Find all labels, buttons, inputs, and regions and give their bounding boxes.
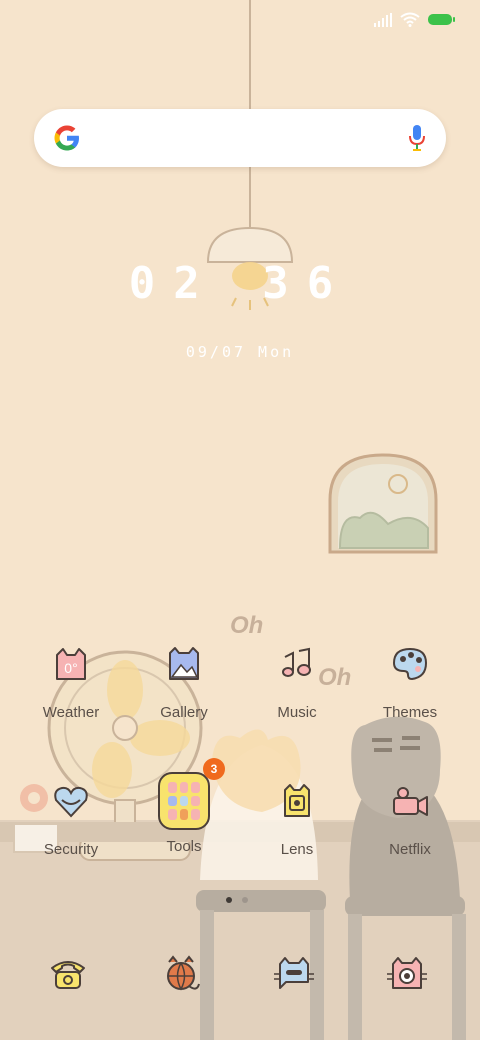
app-label: Tools <box>166 838 202 855</box>
app-label: Music <box>277 704 317 721</box>
clock-time[interactable]: 02 36 <box>0 258 480 309</box>
google-search-bar[interactable] <box>34 109 446 167</box>
notification-badge: 3 <box>203 758 225 780</box>
microphone-icon[interactable] <box>408 123 426 153</box>
app-label: Weather <box>42 704 100 721</box>
signal-icon <box>374 12 392 27</box>
phone-icon[interactable] <box>46 952 90 996</box>
app-gallery[interactable]: Gallery <box>134 645 234 745</box>
app-label: Security <box>43 841 99 858</box>
app-lens[interactable]: Lens <box>247 782 347 882</box>
google-icon[interactable] <box>52 123 82 153</box>
tools-folder-icon <box>158 772 210 830</box>
security-icon <box>54 786 88 818</box>
battery-icon <box>428 14 455 25</box>
app-music[interactable]: Music <box>247 645 347 745</box>
status-bar <box>374 12 455 27</box>
page-dot <box>242 897 248 903</box>
app-security[interactable]: Security <box>21 782 121 882</box>
app-weather[interactable]: 0° Weather <box>21 645 121 745</box>
weather-icon: 0° <box>56 648 86 680</box>
page-dot-active <box>226 897 232 903</box>
music-icon <box>282 647 311 677</box>
wallpaper-oh-text-1: Oh <box>230 612 264 639</box>
app-label: Themes <box>382 704 438 721</box>
app-themes[interactable]: Themes <box>360 645 460 745</box>
gallery-icon <box>169 647 199 680</box>
app-label: Gallery <box>160 704 208 721</box>
camera-icon[interactable] <box>385 952 429 996</box>
wifi-icon <box>400 12 420 27</box>
browser-icon[interactable] <box>159 952 203 996</box>
weather-icon-temp: 0° <box>64 660 77 676</box>
app-label: Lens <box>280 841 314 858</box>
clock-date[interactable]: 09/07 Mon <box>0 343 480 361</box>
netflix-icon <box>393 787 428 816</box>
lens-icon <box>284 784 310 817</box>
messages-icon[interactable] <box>272 952 316 996</box>
folder-tools[interactable]: Tools <box>134 772 234 872</box>
themes-icon <box>392 647 428 681</box>
app-label: Netflix <box>389 841 431 858</box>
app-netflix[interactable]: Netflix <box>360 782 460 882</box>
page-indicator[interactable] <box>226 897 248 903</box>
